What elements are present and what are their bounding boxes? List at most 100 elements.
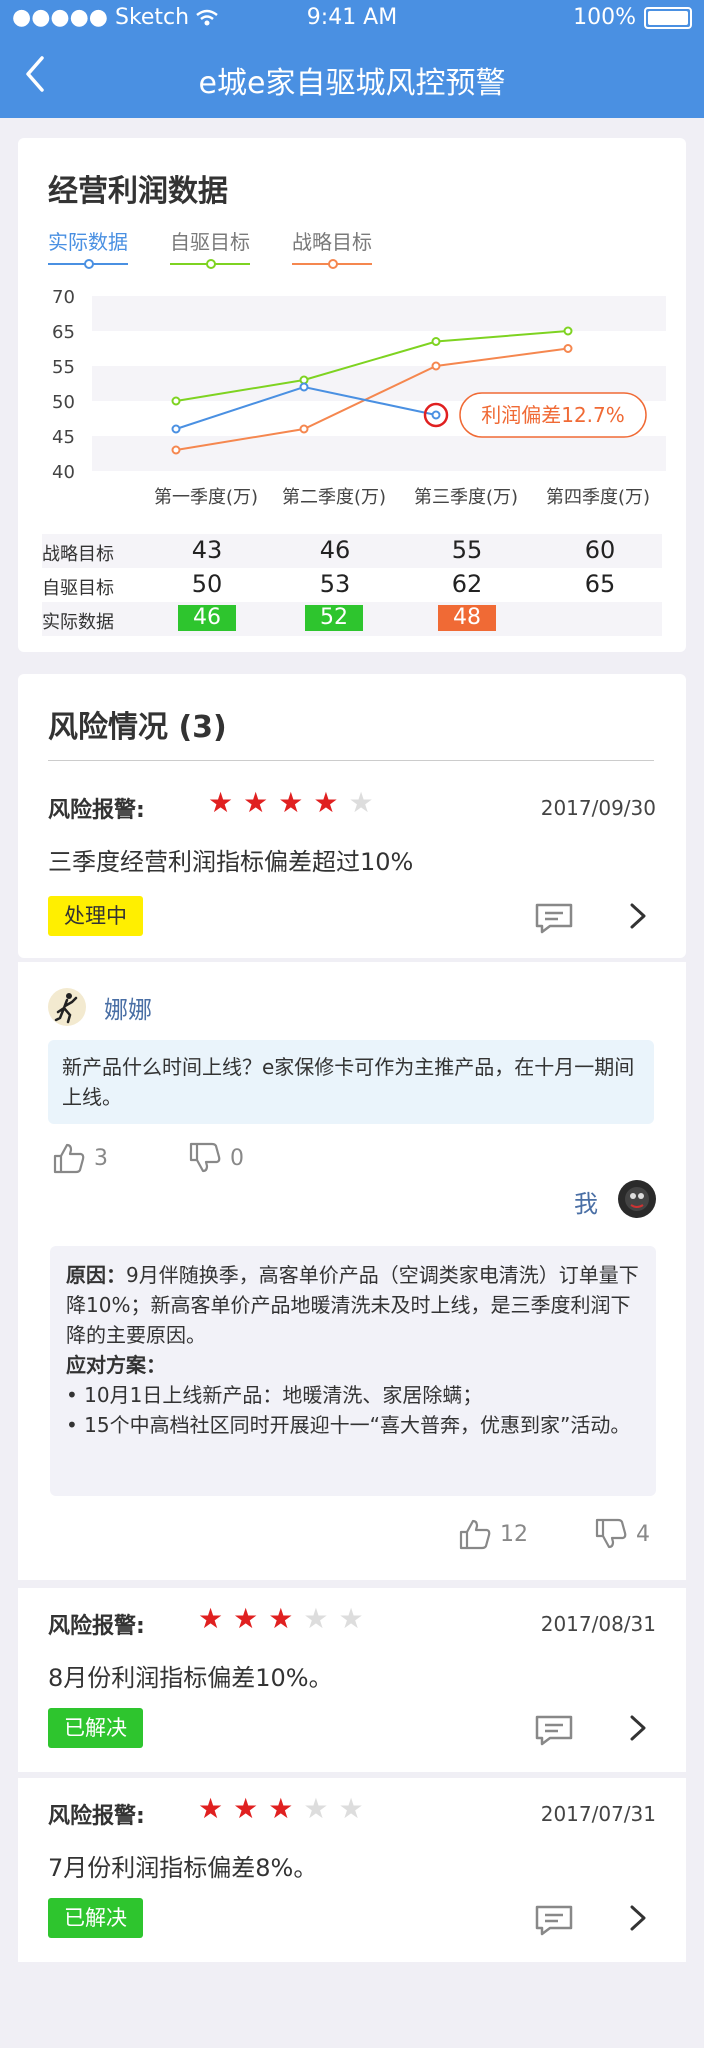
status-bar: ●●●●● Sketch 9:41 AM 100% [0, 0, 704, 38]
risk-card: 风险情况 (3) 风险报警: ★ ★ ★ ★ ★ 2017/09/30 三季度经… [18, 674, 686, 958]
reply-reason: 原因：9月伴随换季，高客单价产品（空调类家电清洗）订单量下降10%；新高客单价产… [66, 1260, 640, 1350]
navigation-bar: e城e家自驱城风控预警 [0, 38, 704, 118]
chart-legend: 实际数据 自驱目标 战略目标 [48, 226, 372, 269]
plan-item: • 10月1日上线新产品：地暖清洗、家居除螨； [66, 1383, 483, 1407]
star-icon: ★ [198, 1792, 224, 1825]
actual-value-badge: 52 [305, 605, 363, 631]
like-button[interactable]: 12 [458, 1518, 528, 1550]
table-cell: 62 [451, 570, 483, 598]
x-tick-label: 第四季度(万) [546, 487, 650, 508]
divider [48, 760, 654, 761]
avatar[interactable] [618, 1180, 656, 1218]
data-point [431, 361, 441, 371]
y-tick-label: 45 [52, 427, 75, 448]
legend-strategic-target[interactable]: 战略目标 [292, 226, 372, 269]
dislike-count: 4 [636, 1521, 650, 1547]
dislike-button[interactable]: 4 [594, 1518, 650, 1550]
table-cell: 43 [191, 536, 223, 564]
star-icon: ★ [303, 1792, 329, 1825]
dislike-button[interactable]: 0 [188, 1142, 244, 1174]
data-point [299, 375, 309, 385]
table-cell: 46 [319, 536, 351, 564]
star-icon: ★ [268, 1602, 294, 1635]
data-point [431, 337, 441, 346]
plan-label: 应对方案： [66, 1353, 166, 1377]
status-badge-resolved: 已解决 [48, 1708, 143, 1748]
status-badge-processing: 处理中 [48, 896, 143, 936]
star-icon: ★ [233, 1792, 259, 1825]
table-cell: 50 [191, 570, 223, 598]
avatar[interactable] [48, 988, 86, 1026]
dislike-count: 0 [230, 1145, 244, 1171]
like-button[interactable]: 3 [52, 1142, 108, 1174]
y-tick-label: 40 [52, 462, 75, 483]
legend-self-target[interactable]: 自驱目标 [170, 226, 250, 269]
alert-star-rating: ★ ★ ★ ★ ★ [208, 786, 374, 819]
alert-card: 风险报警: ★ ★ ★ ★ ★ 2017/08/31 8月份利润指标偏差10%。… [18, 1588, 686, 1772]
data-point [299, 382, 309, 392]
comment-icon[interactable] [534, 1904, 574, 1936]
star-icon: ★ [233, 1602, 259, 1635]
data-point [563, 344, 573, 353]
x-tick-label: 第一季度(万) [154, 487, 258, 508]
profit-line-chart: 70 65 55 50 45 40 第一季度(万) 第二季度(万) 第三季度(万) 第四季度(万)… [52, 288, 666, 508]
profit-card: 经营利润数据 实际数据 自驱目标 战略目标 70 65 55 50 45 40 第一季度(万… [18, 138, 686, 652]
data-point [431, 410, 441, 420]
legend-actual[interactable]: 实际数据 [48, 226, 128, 269]
alert-text: 三季度经营利润指标偏差超过10% [48, 848, 414, 876]
reason-label: 原因： [66, 1263, 126, 1287]
y-tick-label: 70 [52, 288, 75, 308]
alert-date: 2017/07/31 [540, 1802, 656, 1826]
comment-bubble: 新产品什么时间上线？e家保修卡可作为主推产品，在十月一期间上线。 [48, 1040, 654, 1124]
alert-heading: 风险报警: [48, 798, 145, 823]
y-tick-label: 55 [52, 357, 75, 378]
chevron-right-icon[interactable] [626, 1712, 650, 1744]
table-cell: 55 [451, 536, 483, 564]
comment-icon[interactable] [534, 902, 574, 934]
thumbs-down-icon [189, 1142, 221, 1173]
x-tick-label: 第二季度(万) [282, 487, 386, 508]
star-icon: ★ [208, 786, 234, 819]
data-point [563, 326, 573, 336]
table-cell: 60 [584, 536, 616, 564]
star-icon: ★ [278, 786, 304, 819]
alert-text: 8月份利润指标偏差10%。 [48, 1664, 333, 1692]
actual-value-badge: 48 [438, 605, 496, 631]
chevron-right-icon[interactable] [626, 1902, 650, 1934]
comment-text: 新产品什么时间上线？e家保修卡可作为主推产品，在十月一期间上线。 [62, 1055, 635, 1109]
table-row-actual: 实际数据 46 52 48 [42, 602, 662, 636]
alert-date: 2017/09/30 [540, 796, 656, 820]
reason-text: 9月伴随换季，高客单价产品（空调类家电清洗）订单量下降10%；新高客单价产品地暖… [66, 1263, 639, 1347]
star-icon: ★ [243, 786, 269, 819]
alert-heading: 风险报警: [48, 1614, 145, 1639]
profit-section-title: 经营利润数据 [48, 174, 228, 209]
star-icon: ★ [313, 786, 339, 819]
deviation-label: 利润偏差12.7% [481, 403, 625, 427]
page-title: e城e家自驱城风控预警 [198, 66, 506, 101]
star-icon: ★ [338, 1602, 364, 1635]
reply-bubble: 原因：9月伴随换季，高客单价产品（空调类家电清洗）订单量下降10%；新高客单价产… [50, 1246, 656, 1496]
plan-item: • 15个中高档社区同时开展迎十一“喜大普奔，优惠到家”活动。 [66, 1413, 631, 1437]
alert-date: 2017/08/31 [540, 1612, 656, 1636]
chevron-right-icon[interactable] [626, 900, 650, 932]
grid-band [92, 296, 666, 331]
alert-star-rating: ★ ★ ★ ★ ★ [198, 1602, 364, 1635]
table-cell: 65 [584, 570, 616, 598]
reply-username: 我 [574, 1190, 598, 1218]
like-count: 12 [500, 1521, 528, 1547]
comment-icon[interactable] [534, 1714, 574, 1746]
battery-percent: 100% [573, 5, 636, 30]
battery-icon [644, 6, 692, 29]
data-point [171, 396, 181, 406]
alert-card: 风险报警: ★ ★ ★ ★ ★ 2017/07/31 7月份利润指标偏差8%。 … [18, 1778, 686, 1962]
table-row-strategic: 战略目标 43 46 55 60 [42, 534, 662, 568]
star-icon: ★ [348, 786, 374, 819]
actual-value-badge: 46 [178, 605, 236, 631]
alert-star-rating: ★ ★ ★ ★ ★ [198, 1792, 364, 1825]
like-count: 3 [94, 1145, 108, 1171]
risk-section-title: 风险情况 (3) [48, 710, 227, 745]
data-point [171, 445, 181, 455]
thumbs-down-icon [595, 1518, 627, 1549]
star-icon: ★ [338, 1792, 364, 1825]
battery-info: 100% [573, 5, 692, 30]
